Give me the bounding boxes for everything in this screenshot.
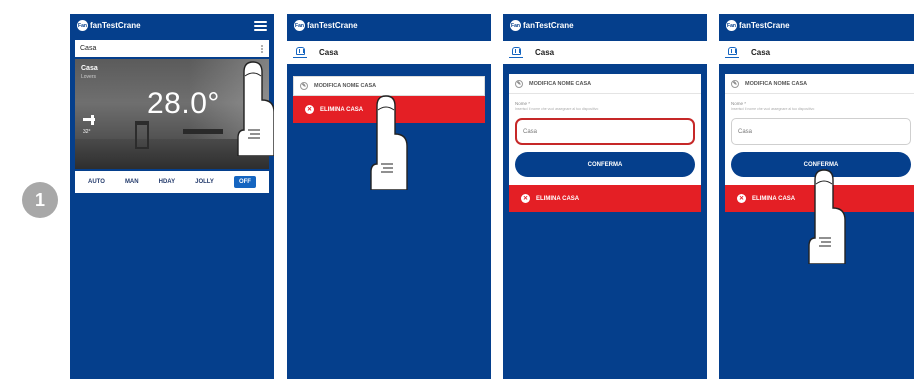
room-photo-table (183, 129, 223, 134)
delete-home-button[interactable]: ✕ ELIMINA CASA (509, 185, 701, 212)
sub-header: Casa (719, 41, 914, 64)
app-bar: Fan fanTestCrane (719, 14, 914, 37)
close-icon: ✕ (737, 194, 746, 203)
mode-man-button[interactable]: MAN (125, 179, 139, 185)
room-name: Casa (81, 65, 98, 72)
logo-text: fanTestCrane (90, 21, 141, 30)
logo-badge: Fan (77, 20, 88, 31)
pencil-icon: ✎ (515, 79, 523, 88)
rename-card: ✎ MODIFICA NOME CASA Nome * Inserisci il… (509, 74, 701, 185)
home-selector-bar[interactable]: Casa (75, 40, 269, 57)
back-home-icon[interactable] (293, 46, 307, 59)
name-field-hint: Inserisci il nome che vuoi assegnare al … (731, 107, 815, 111)
name-field-label: Nome * (515, 101, 531, 106)
app-bar: Fan fanTestCrane (70, 14, 274, 37)
sub-header: Casa (287, 41, 491, 64)
phone-screen-rename-focus: Fan fanTestCrane Casa ✎ MODIFICA NOME CA… (503, 14, 707, 379)
edit-home-name-option[interactable]: ✎ MODIFICA NOME CASA (293, 76, 485, 96)
valve-icon (83, 115, 95, 125)
hamburger-menu-icon[interactable] (254, 20, 267, 31)
edit-home-name-option[interactable]: ✎ MODIFICA NOME CASA (725, 74, 914, 94)
home-name-input-value: Casa (523, 128, 538, 135)
home-name: Casa (80, 45, 97, 52)
back-home-icon[interactable] (725, 46, 739, 59)
delete-option-label: ELIMINA CASA (536, 195, 580, 202)
pencil-icon: ✎ (731, 79, 739, 88)
room-subtitle: Lovers (81, 74, 97, 80)
confirm-button[interactable]: CONFERMA (515, 152, 695, 177)
phone-screen-rename-confirm: Fan fanTestCrane Casa ✎ MODIFICA NOME CA… (719, 14, 914, 379)
home-name-input[interactable]: Casa (731, 118, 911, 145)
app-logo: Fan fanTestCrane (294, 20, 358, 31)
pointing-hand-icon (808, 169, 846, 264)
back-home-icon[interactable] (509, 46, 523, 59)
close-icon: ✕ (521, 194, 530, 203)
app-logo: Fan fanTestCrane (77, 20, 141, 31)
mode-jolly-button[interactable]: JOLLY (195, 179, 214, 185)
phone-screen-home: Fan fanTestCrane Casa Casa Lovers 28.0° … (70, 14, 274, 379)
pointing-hand-icon (370, 95, 408, 190)
logo-badge: Fan (510, 20, 521, 31)
home-name-input-value: Casa (738, 128, 753, 135)
delete-option-label: ELIMINA CASA (320, 106, 364, 113)
secondary-value: 32° (83, 129, 91, 135)
sub-header: Casa (503, 41, 707, 64)
logo-text: fanTestCrane (739, 21, 790, 30)
app-bar: Fan fanTestCrane (503, 14, 707, 37)
app-logo: Fan fanTestCrane (726, 20, 790, 31)
logo-text: fanTestCrane (523, 21, 574, 30)
mode-selector: AUTO MAN HDAY JOLLY OFF (75, 171, 269, 193)
mode-hday-button[interactable]: HDAY (159, 179, 175, 185)
kebab-menu-icon[interactable] (261, 44, 264, 53)
edit-home-name-option[interactable]: ✎ MODIFICA NOME CASA (509, 74, 701, 94)
home-name-input[interactable]: Casa (515, 118, 695, 145)
page-title: Casa (751, 48, 771, 57)
room-photo-chair (135, 121, 149, 149)
logo-badge: Fan (294, 20, 305, 31)
close-icon: ✕ (305, 105, 314, 114)
pointing-hand-icon (237, 61, 274, 156)
edit-option-label: MODIFICA NOME CASA (529, 80, 592, 87)
logo-text: fanTestCrane (307, 21, 358, 30)
edit-option-label: MODIFICA NOME CASA (745, 80, 808, 87)
edit-option-label: MODIFICA NOME CASA (314, 83, 377, 89)
name-field-hint: Inserisci il nome che vuoi assegnare al … (515, 107, 599, 111)
temperature-readout: 28.0° (147, 87, 220, 120)
phone-screen-options: Fan fanTestCrane Casa ✎ MODIFICA NOME CA… (287, 14, 491, 379)
pencil-icon: ✎ (300, 82, 308, 90)
app-bar: Fan fanTestCrane (287, 14, 491, 37)
mode-off-button[interactable]: OFF (233, 176, 256, 188)
logo-badge: Fan (726, 20, 737, 31)
step-number-badge: 1 (22, 182, 58, 218)
rename-form: Nome * Inserisci il nome che vuoi assegn… (509, 94, 701, 185)
page-title: Casa (319, 48, 339, 57)
mode-auto-button[interactable]: AUTO (88, 179, 105, 185)
name-field-label: Nome * (731, 101, 747, 106)
delete-option-label: ELIMINA CASA (752, 195, 796, 202)
options-card: ✎ MODIFICA NOME CASA (293, 76, 485, 96)
app-logo: Fan fanTestCrane (510, 20, 574, 31)
page-title: Casa (535, 48, 555, 57)
tutorial-stage: 1 Fan fanTestCrane Casa Casa Lovers 28.0… (0, 0, 914, 379)
